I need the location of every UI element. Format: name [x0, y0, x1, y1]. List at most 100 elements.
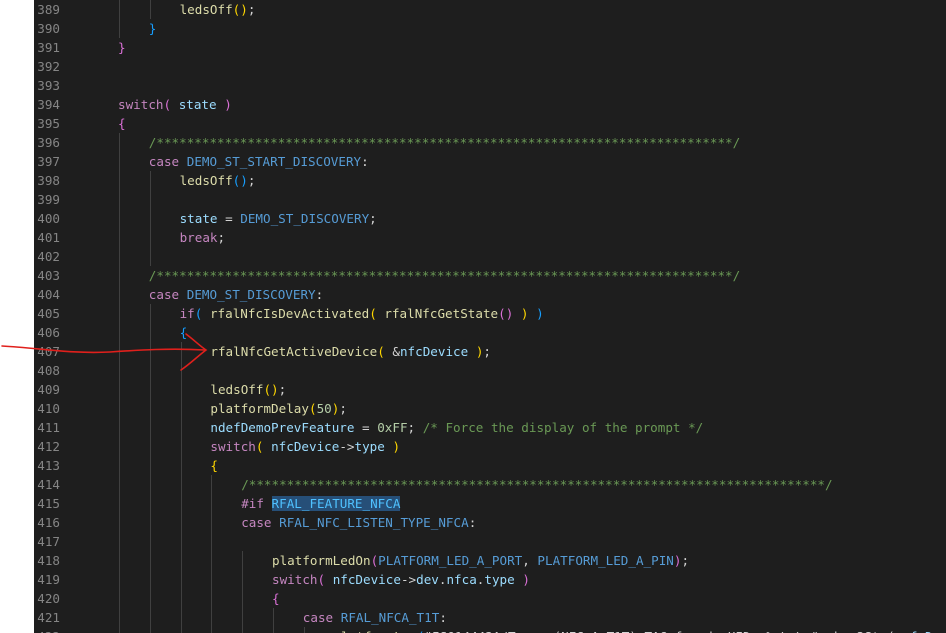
- code-text[interactable]: switch( nfcDevice->type ): [210, 437, 400, 456]
- code-text[interactable]: case RFAL_NFCA_T1T:: [303, 608, 447, 627]
- code-token: dev: [416, 572, 439, 587]
- code-line[interactable]: 420 {: [34, 589, 946, 608]
- code-text[interactable]: rfalNfcGetActiveDevice( &nfcDevice );: [210, 342, 491, 361]
- code-token: nfca: [446, 572, 477, 587]
- code-text[interactable]: {: [180, 323, 188, 342]
- code-line[interactable]: 417: [34, 532, 946, 551]
- line-number: 415: [37, 496, 60, 511]
- code-line[interactable]: 421 case RFAL_NFCA_T1T:: [34, 608, 946, 627]
- code-text[interactable]: {: [272, 589, 280, 608]
- code-token: }: [148, 21, 157, 36]
- code-text[interactable]: /***************************************…: [241, 475, 832, 494]
- line-number: 396: [37, 135, 60, 150]
- code-editor[interactable]: 389 ledsOff(); 390} 391} 392 393 394 switch( st…: [34, 0, 946, 633]
- code-line[interactable]: 416 case RFAL_NFC_LISTEN_TYPE_NFCA:: [34, 513, 946, 532]
- code-line[interactable]: 419 switch( nfcDevice->dev.nfca.type ): [34, 570, 946, 589]
- code-token: if: [179, 306, 195, 321]
- code-line[interactable]: 403 /************************************…: [34, 266, 946, 285]
- code-token: (: [377, 344, 385, 359]
- code-token: 0xFF: [377, 420, 408, 435]
- code-line[interactable]: 408: [34, 361, 946, 380]
- code-text[interactable]: }: [149, 19, 157, 38]
- code-token: nfcDevice: [332, 572, 401, 587]
- code-token: :: [468, 515, 477, 530]
- code-text[interactable]: ledsOff();: [210, 380, 286, 399]
- code-line[interactable]: 411 ndefDemoPrevFeature = 0xFF; /* Force …: [34, 418, 946, 437]
- code-token: ;: [681, 553, 690, 568]
- code-line[interactable]: 406 {: [34, 323, 946, 342]
- code-line[interactable]: 391}: [34, 38, 946, 57]
- code-line[interactable]: 397 case DEMO_ST_START_DISCOVERY:: [34, 152, 946, 171]
- code-text[interactable]: case DEMO_ST_DISCOVERY:: [149, 285, 323, 304]
- code-line[interactable]: 389 ledsOff();: [34, 0, 946, 19]
- code-line[interactable]: 409 ledsOff();: [34, 380, 946, 399]
- code-line[interactable]: 412 switch( nfcDevice->type ): [34, 437, 946, 456]
- code-text[interactable]: switch( state ): [118, 95, 232, 114]
- code-text[interactable]: platformLog("ISO14443A/Topaz (NFC-A T1T)…: [334, 627, 946, 633]
- code-text[interactable]: /***************************************…: [149, 266, 740, 285]
- code-line[interactable]: 418 platformLedOn(PLATFORM_LED_A_PORT, PL…: [34, 551, 946, 570]
- code-text[interactable]: case RFAL_NFC_LISTEN_TYPE_NFCA:: [241, 513, 476, 532]
- code-token: state: [178, 97, 217, 112]
- code-text[interactable]: {: [118, 114, 126, 133]
- code-token: ;: [339, 401, 347, 416]
- code-line[interactable]: 407 rfalNfcGetActiveDevice( &nfcDevice );: [34, 342, 946, 361]
- code-token: type: [354, 439, 385, 454]
- code-text[interactable]: case DEMO_ST_START_DISCOVERY:: [149, 152, 369, 171]
- line-number: 416: [37, 515, 60, 530]
- code-line[interactable]: 390}: [34, 19, 946, 38]
- code-text[interactable]: break;: [180, 228, 226, 247]
- line-number: 392: [37, 59, 60, 74]
- code-text[interactable]: {: [210, 456, 218, 475]
- code-text[interactable]: switch( nfcDevice->dev.nfca.type ): [272, 570, 530, 589]
- code-line[interactable]: 422 platformLog("ISO14443A/Topaz (NFC-A T…: [34, 627, 946, 633]
- code-text[interactable]: }: [118, 38, 126, 57]
- code-token: "ISO14443A/Topaz (NFC-A T1T) TAG found. …: [425, 629, 903, 633]
- code-line[interactable]: 395 {: [34, 114, 946, 133]
- code-token: =: [354, 420, 378, 435]
- code-line[interactable]: 405 if( rfalNfcIsDevActivated( rfalNfcGet…: [34, 304, 946, 323]
- code-token: nfcDevice: [902, 629, 946, 633]
- code-text[interactable]: #if RFAL_FEATURE_NFCA: [241, 494, 401, 513]
- code-line[interactable]: 404 case DEMO_ST_DISCOVERY:: [34, 285, 946, 304]
- code-token: RFAL_NFC_LISTEN_TYPE_NFCA: [279, 515, 469, 530]
- code-token: ): [224, 97, 232, 112]
- code-line[interactable]: 393: [34, 76, 946, 95]
- line-number: 414: [37, 477, 60, 492]
- code-text[interactable]: platformLedOn(PLATFORM_LED_A_PORT, PLATF…: [272, 551, 689, 570]
- code-token: (): [498, 306, 514, 321]
- code-token: platformLog: [334, 629, 417, 633]
- code-text[interactable]: ledsOff();: [180, 0, 256, 19]
- line-number: 397: [37, 154, 60, 169]
- code-token: /***************************************…: [148, 135, 741, 150]
- line-number: 391: [37, 40, 60, 55]
- code-token: ;: [247, 2, 256, 17]
- code-token: ;: [369, 211, 377, 226]
- code-line[interactable]: 396 /************************************…: [34, 133, 946, 152]
- code-text[interactable]: state = DEMO_ST_DISCOVERY;: [180, 209, 377, 228]
- line-number: 390: [37, 21, 60, 36]
- code-line[interactable]: 415 #if RFAL_FEATURE_NFCA: [34, 494, 946, 513]
- code-text[interactable]: ndefDemoPrevFeature = 0xFF; /* Force the…: [210, 418, 703, 437]
- code-line[interactable]: 399: [34, 190, 946, 209]
- line-number: 404: [37, 287, 60, 302]
- code-line[interactable]: 413 {: [34, 456, 946, 475]
- code-token: DEMO_ST_DISCOVERY: [186, 287, 316, 302]
- code-text[interactable]: ledsOff();: [180, 171, 256, 190]
- code-line[interactable]: 400 state = DEMO_ST_DISCOVERY;: [34, 209, 946, 228]
- code-token: RFAL_NFCA_T1T: [340, 610, 440, 625]
- code-line[interactable]: 414 /************************************…: [34, 475, 946, 494]
- code-line[interactable]: 402: [34, 247, 946, 266]
- code-line[interactable]: 392: [34, 57, 946, 76]
- code-token: switch: [118, 97, 164, 112]
- code-line[interactable]: 398 ledsOff();: [34, 171, 946, 190]
- code-line[interactable]: 394 switch( state ): [34, 95, 946, 114]
- code-line[interactable]: 401 break;: [34, 228, 946, 247]
- code-text[interactable]: /***************************************…: [149, 133, 740, 152]
- code-line[interactable]: 410 platformDelay(50);: [34, 399, 946, 418]
- code-text[interactable]: if( rfalNfcIsDevActivated( rfalNfcGetSta…: [180, 304, 544, 323]
- line-number: 405: [37, 306, 60, 321]
- code-text[interactable]: platformDelay(50);: [210, 399, 347, 418]
